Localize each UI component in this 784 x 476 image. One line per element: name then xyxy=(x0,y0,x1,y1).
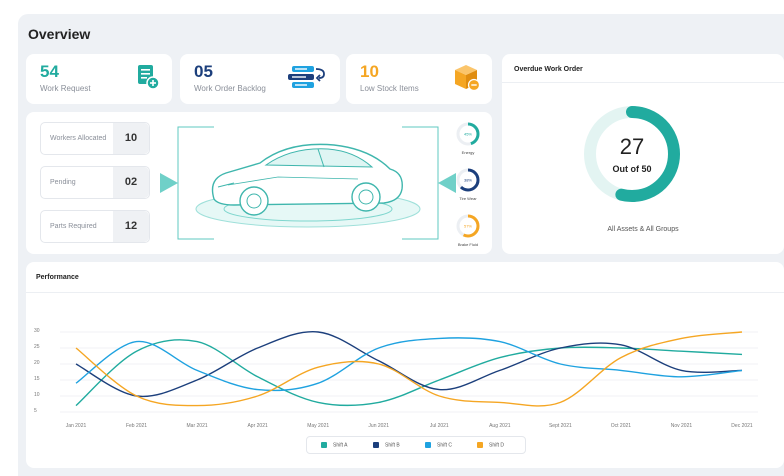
stat-label: Work Request xyxy=(40,84,91,93)
stat-label: Pending xyxy=(50,179,76,186)
stat-value: 02 xyxy=(113,167,149,198)
list-backlog-icon xyxy=(288,64,328,95)
legend-label: Shift D xyxy=(489,442,505,449)
x-tick-label: Oct 2021 xyxy=(610,423,632,429)
x-tick-label: Aug 2021 xyxy=(489,423,511,429)
legend-swatch xyxy=(477,442,483,448)
chart-legend: Shift A Shift B Shift C Shift D xyxy=(306,436,526,454)
stat-label: Work Order Backlog xyxy=(194,84,266,93)
legend-swatch xyxy=(373,442,379,448)
brake-fluid-gauge-label: Brake Fluid xyxy=(457,242,479,247)
y-tick-label: 25 xyxy=(34,344,40,350)
x-tick-label: Jun 2021 xyxy=(368,423,389,429)
gauge-percent: 45% xyxy=(464,132,472,137)
divider xyxy=(502,82,784,83)
x-tick-label: Sept 2021 xyxy=(548,423,572,429)
overdue-out-of: Out of 50 xyxy=(612,164,652,174)
legend-item[interactable]: Shift B xyxy=(373,442,400,448)
stat-value: 54 xyxy=(40,62,59,81)
tire-wear-gauge: 38% xyxy=(456,168,480,192)
workers-allocated-stat: Workers Allocated 10 xyxy=(40,122,150,155)
overdue-count: 27 xyxy=(619,134,645,159)
car-scan-illustration xyxy=(160,126,456,240)
legend-label: Shift B xyxy=(385,442,400,449)
overdue-work-order-card: Overdue Work Order 27 Out of 50 All Asse… xyxy=(502,54,784,254)
overdue-subtitle: All Assets & All Groups xyxy=(607,226,679,233)
x-tick-label: Nov 2021 xyxy=(670,423,693,429)
legend-swatch xyxy=(321,442,327,448)
stat-value: 10 xyxy=(360,62,379,81)
x-tick-label: Jul 2021 xyxy=(429,423,449,429)
pending-stat: Pending 02 xyxy=(40,166,150,199)
stat-card-work-order-backlog[interactable]: 05 Work Order Backlog xyxy=(180,54,340,104)
legend-item[interactable]: Shift A xyxy=(321,442,347,448)
x-tick-label: Dec 2021 xyxy=(731,423,753,429)
x-tick-label: Mar 2021 xyxy=(186,423,208,429)
vehicle-status-card: Workers Allocated 10 Pending 02 Parts Re… xyxy=(26,112,492,254)
legend-label: Shift A xyxy=(333,442,348,449)
stat-label: Parts Required xyxy=(50,223,97,230)
overdue-title: Overdue Work Order xyxy=(514,66,583,73)
stat-label: Low Stock Items xyxy=(360,84,419,93)
legend-item[interactable]: Shift D xyxy=(477,442,504,448)
legend-swatch xyxy=(425,442,431,448)
dashboard-page: Overview 54 Work Request 05 Work Order B… xyxy=(18,14,784,476)
y-tick-label: 5 xyxy=(34,408,37,414)
energy-gauge: 45% xyxy=(456,122,480,146)
brake-fluid-gauge: 57% xyxy=(456,214,480,238)
stat-value: 10 xyxy=(113,123,149,154)
gauge-percent: 38% xyxy=(464,178,472,183)
y-tick-label: 30 xyxy=(34,328,40,334)
stat-value: 12 xyxy=(113,211,149,242)
x-tick-label: Apr 2021 xyxy=(247,423,268,429)
performance-card: Performance 30 25 20 15 10 5 Jan 2021 Feb 2021… xyxy=(26,262,784,468)
legend-label: Shift C xyxy=(437,442,453,449)
energy-gauge-label: Energy xyxy=(461,150,475,155)
legend-item[interactable]: Shift C xyxy=(425,442,452,448)
x-tick-label: Feb 2021 xyxy=(125,423,148,429)
series-line-shift-d xyxy=(75,331,743,407)
box-icon xyxy=(454,64,481,97)
stat-label: Workers Allocated xyxy=(50,135,107,142)
parts-required-stat: Parts Required 12 xyxy=(40,210,150,243)
tire-wear-gauge-label: Tire Wear xyxy=(459,196,477,201)
x-tick-label: May 2021 xyxy=(307,423,330,429)
page-title: Overview xyxy=(28,26,91,42)
stat-card-work-request[interactable]: 54 Work Request xyxy=(26,54,172,104)
y-tick-label: 20 xyxy=(34,360,40,366)
y-tick-label: 10 xyxy=(34,392,40,398)
add-document-icon xyxy=(136,64,160,95)
x-tick-label: Jan 2021 xyxy=(65,423,87,429)
stat-value: 05 xyxy=(194,62,213,81)
stat-card-low-stock-items[interactable]: 10 Low Stock Items xyxy=(346,54,492,104)
y-tick-label: 15 xyxy=(34,376,40,382)
gauge-percent: 57% xyxy=(464,224,472,229)
